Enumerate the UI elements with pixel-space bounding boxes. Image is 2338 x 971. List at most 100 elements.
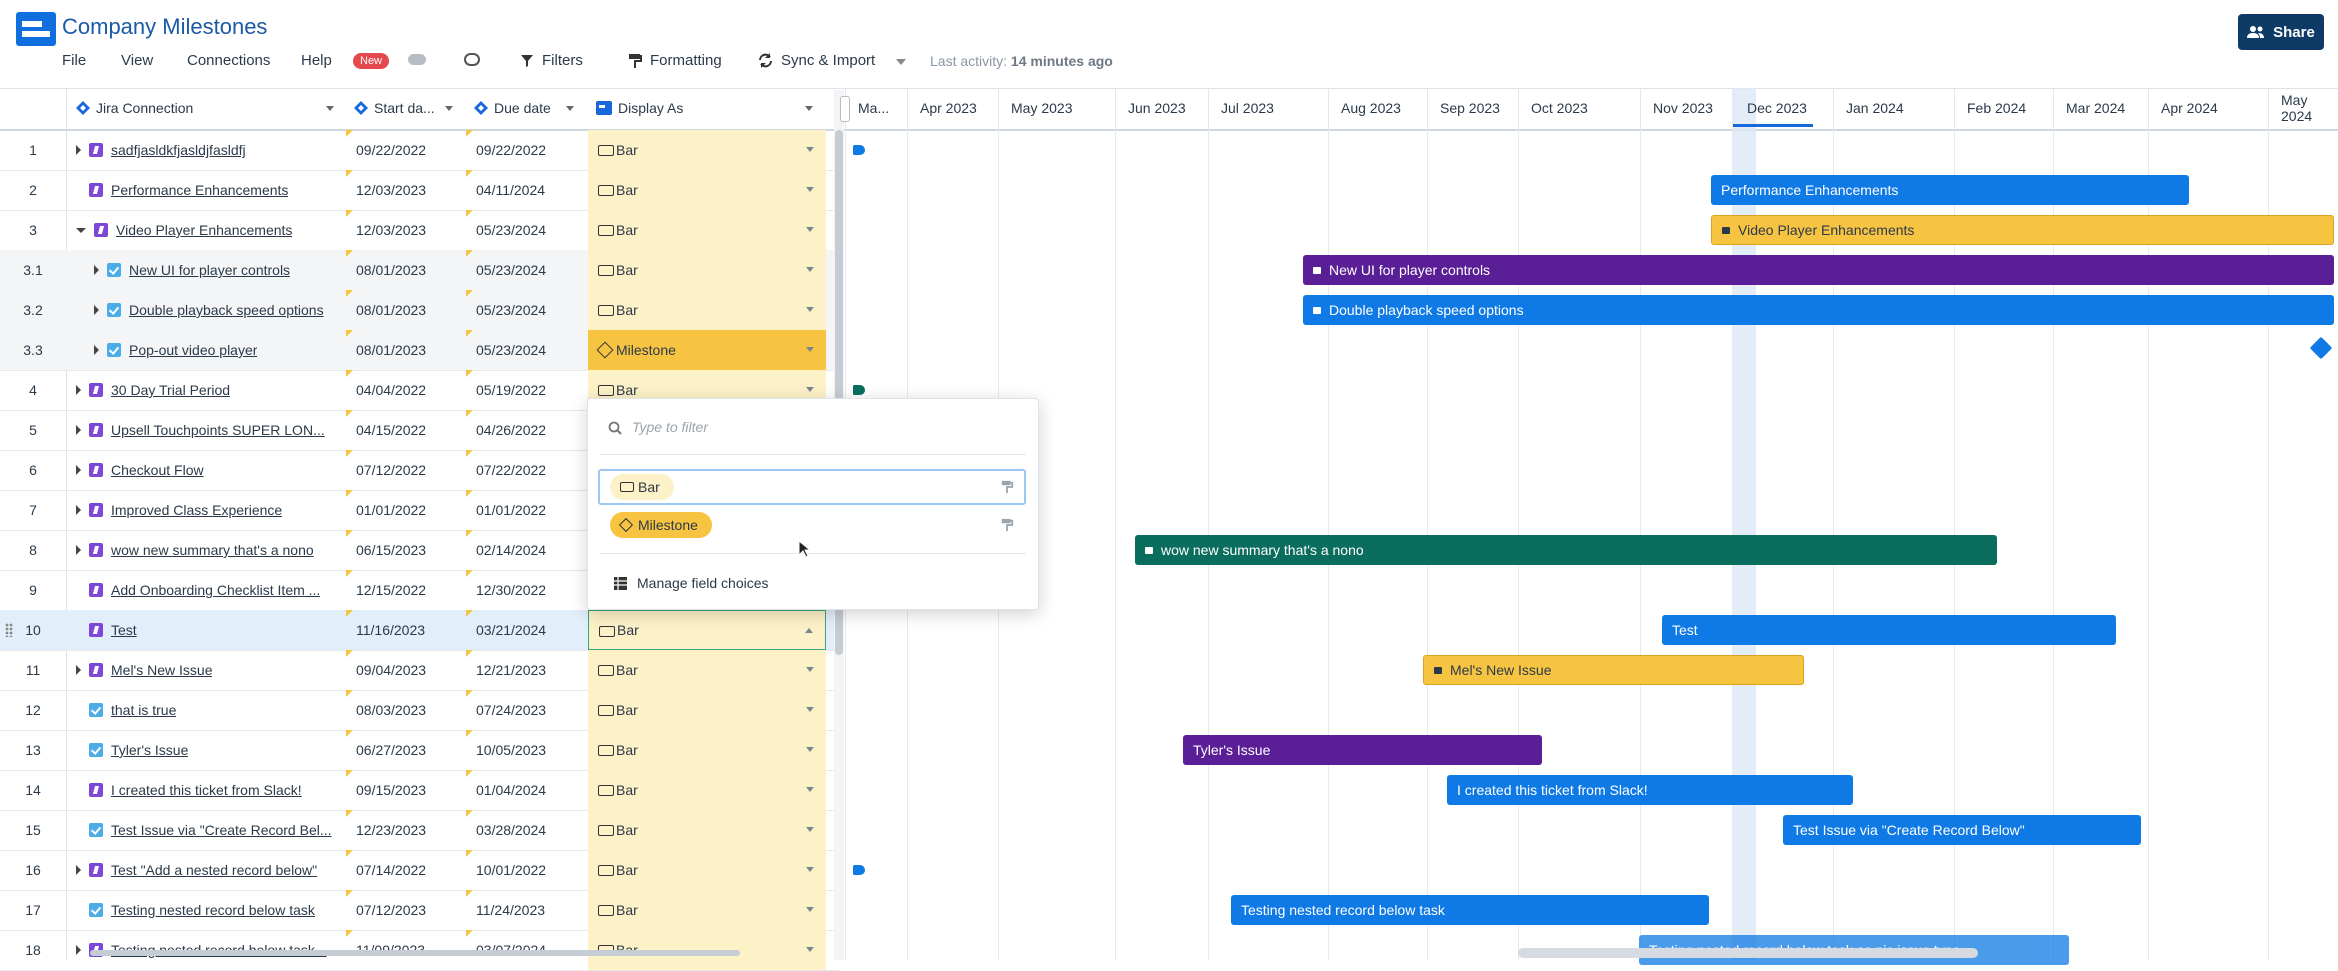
name-cell[interactable]: Test "Add a nested record below": [68, 850, 354, 890]
gantt-bar[interactable]: New UI for player controls: [1303, 255, 2334, 285]
share-button[interactable]: Share: [2238, 14, 2324, 50]
display-as-cell[interactable]: Bar: [588, 130, 826, 170]
expand-chevron-icon[interactable]: [76, 665, 81, 675]
formatting-button[interactable]: Formatting: [628, 52, 722, 69]
due-date-cell[interactable]: 02/14/2024: [466, 530, 594, 570]
name-cell[interactable]: Upsell Touchpoints SUPER LON...: [68, 410, 354, 450]
record-name-link[interactable]: New UI for player controls: [129, 262, 290, 278]
drag-handle-icon[interactable]: [5, 623, 13, 637]
record-name-link[interactable]: Improved Class Experience: [111, 502, 282, 518]
due-date-cell[interactable]: 04/26/2022: [466, 410, 594, 450]
comment-icon[interactable]: [464, 53, 480, 66]
record-name-link[interactable]: Upsell Touchpoints SUPER LON...: [111, 422, 325, 438]
column-header-name[interactable]: Jira Connection: [76, 88, 193, 128]
row-number[interactable]: 2: [0, 170, 66, 210]
record-name-link[interactable]: that is true: [111, 702, 176, 718]
column-menu-icon[interactable]: [326, 106, 334, 111]
start-date-cell[interactable]: 12/03/2023: [346, 170, 474, 210]
table-row[interactable]: 11 Mel's New Issue 09/04/2023 12/21/2023…: [0, 650, 840, 691]
name-cell[interactable]: New UI for player controls: [68, 250, 372, 290]
display-as-cell[interactable]: Bar: [588, 250, 826, 290]
table-row[interactable]: 17 Testing nested record below task 07/1…: [0, 890, 840, 931]
start-date-cell[interactable]: 08/03/2023: [346, 690, 474, 730]
start-date-cell[interactable]: 06/15/2023: [346, 530, 474, 570]
gantt-scrollbar-thumb[interactable]: [1518, 948, 1978, 958]
record-name-link[interactable]: Test: [111, 622, 137, 638]
table-row[interactable]: 16 Test "Add a nested record below" 07/1…: [0, 850, 840, 891]
record-name-link[interactable]: 30 Day Trial Period: [111, 382, 230, 398]
column-menu-icon[interactable]: [445, 106, 453, 111]
row-number[interactable]: 3.3: [0, 330, 66, 370]
display-as-cell[interactable]: Bar: [588, 210, 826, 250]
table-row[interactable]: 3 Video Player Enhancements 12/03/2023 0…: [0, 210, 840, 251]
row-number[interactable]: 7: [0, 490, 66, 530]
cell-dropdown-chevron-icon[interactable]: [806, 787, 814, 792]
due-date-cell[interactable]: 11/24/2023: [466, 890, 594, 930]
start-date-cell[interactable]: 04/15/2022: [346, 410, 474, 450]
start-date-cell[interactable]: 09/15/2023: [346, 770, 474, 810]
name-cell[interactable]: Performance Enhancements: [68, 170, 354, 210]
cell-dropdown-chevron-icon[interactable]: [806, 747, 814, 752]
name-cell[interactable]: Double playback speed options: [68, 290, 372, 330]
filter-input[interactable]: Type to filter: [632, 419, 708, 435]
start-date-cell[interactable]: 07/12/2023: [346, 890, 474, 930]
row-number[interactable]: 15: [0, 810, 66, 850]
expand-chevron-icon[interactable]: [76, 945, 81, 955]
row-number[interactable]: 1: [0, 130, 66, 170]
table-row[interactable]: 13 Tyler's Issue 06/27/2023 10/05/2023 B…: [0, 730, 840, 771]
menu-help[interactable]: Help: [301, 52, 332, 69]
due-date-cell[interactable]: 03/28/2024: [466, 810, 594, 850]
start-date-cell[interactable]: 12/03/2023: [346, 210, 474, 250]
record-name-link[interactable]: Video Player Enhancements: [116, 222, 292, 238]
display-as-cell[interactable]: Bar: [588, 290, 826, 330]
cell-dropdown-chevron-icon[interactable]: [806, 147, 814, 152]
start-date-cell[interactable]: 11/16/2023: [346, 610, 474, 650]
column-header-due[interactable]: Due date: [474, 88, 551, 128]
name-cell[interactable]: Mel's New Issue: [68, 650, 354, 690]
due-date-cell[interactable]: 07/22/2022: [466, 450, 594, 490]
record-name-link[interactable]: Double playback speed options: [129, 302, 324, 318]
gantt-bar[interactable]: Testing nested record below task: [1231, 895, 1709, 925]
start-date-cell[interactable]: 07/12/2022: [346, 450, 474, 490]
panel-resize-handle[interactable]: [840, 96, 850, 122]
option-row-milestone[interactable]: Milestone: [598, 507, 1026, 543]
name-cell[interactable]: Add Onboarding Checklist Item ...: [68, 570, 354, 610]
expand-chevron-icon[interactable]: [76, 425, 81, 435]
filters-button[interactable]: Filters: [520, 52, 583, 69]
row-number[interactable]: 3.1: [0, 250, 66, 290]
expand-chevron-icon[interactable]: [94, 265, 99, 275]
column-header-display[interactable]: Display As: [596, 88, 683, 128]
name-cell[interactable]: wow new summary that's a nono: [68, 530, 354, 570]
name-cell[interactable]: Test Issue via "Create Record Bel...: [68, 810, 354, 850]
table-row[interactable]: 3.1 New UI for player controls 08/01/202…: [0, 250, 840, 291]
cell-dropdown-chevron-icon[interactable]: [805, 628, 813, 633]
cell-dropdown-chevron-icon[interactable]: [806, 827, 814, 832]
name-cell[interactable]: sadfjasldkfjasldjfasldfj: [68, 130, 354, 170]
name-cell[interactable]: Pop-out video player: [68, 330, 372, 370]
cell-dropdown-chevron-icon[interactable]: [806, 347, 814, 352]
table-row[interactable]: 2 Performance Enhancements 12/03/2023 04…: [0, 170, 840, 211]
due-date-cell[interactable]: 12/30/2022: [466, 570, 594, 610]
row-number[interactable]: 12: [0, 690, 66, 730]
row-number[interactable]: 17: [0, 890, 66, 930]
gantt-bar[interactable]: I created this ticket from Slack!: [1447, 775, 1853, 805]
name-cell[interactable]: 30 Day Trial Period: [68, 370, 354, 410]
name-cell[interactable]: Checkout Flow: [68, 450, 354, 490]
name-cell[interactable]: Tyler's Issue: [68, 730, 354, 770]
due-date-cell[interactable]: 10/05/2023: [466, 730, 594, 770]
start-date-cell[interactable]: 07/14/2022: [346, 850, 474, 890]
expand-chevron-icon[interactable]: [94, 345, 99, 355]
start-date-cell[interactable]: 09/22/2022: [346, 130, 474, 170]
due-date-cell[interactable]: 09/22/2022: [466, 130, 594, 170]
expand-chevron-icon[interactable]: [94, 305, 99, 315]
due-date-cell[interactable]: 05/19/2022: [466, 370, 594, 410]
record-name-link[interactable]: Checkout Flow: [111, 462, 204, 478]
option-row-bar[interactable]: Bar: [598, 469, 1026, 505]
start-date-cell[interactable]: 04/04/2022: [346, 370, 474, 410]
horizontal-scrollbar-thumb[interactable]: [90, 950, 740, 956]
record-name-link[interactable]: Tyler's Issue: [111, 742, 188, 758]
display-as-cell[interactable]: Bar: [588, 650, 826, 690]
start-date-cell[interactable]: 08/01/2023: [346, 250, 474, 290]
cell-dropdown-chevron-icon[interactable]: [806, 387, 814, 392]
cell-dropdown-chevron-icon[interactable]: [806, 187, 814, 192]
